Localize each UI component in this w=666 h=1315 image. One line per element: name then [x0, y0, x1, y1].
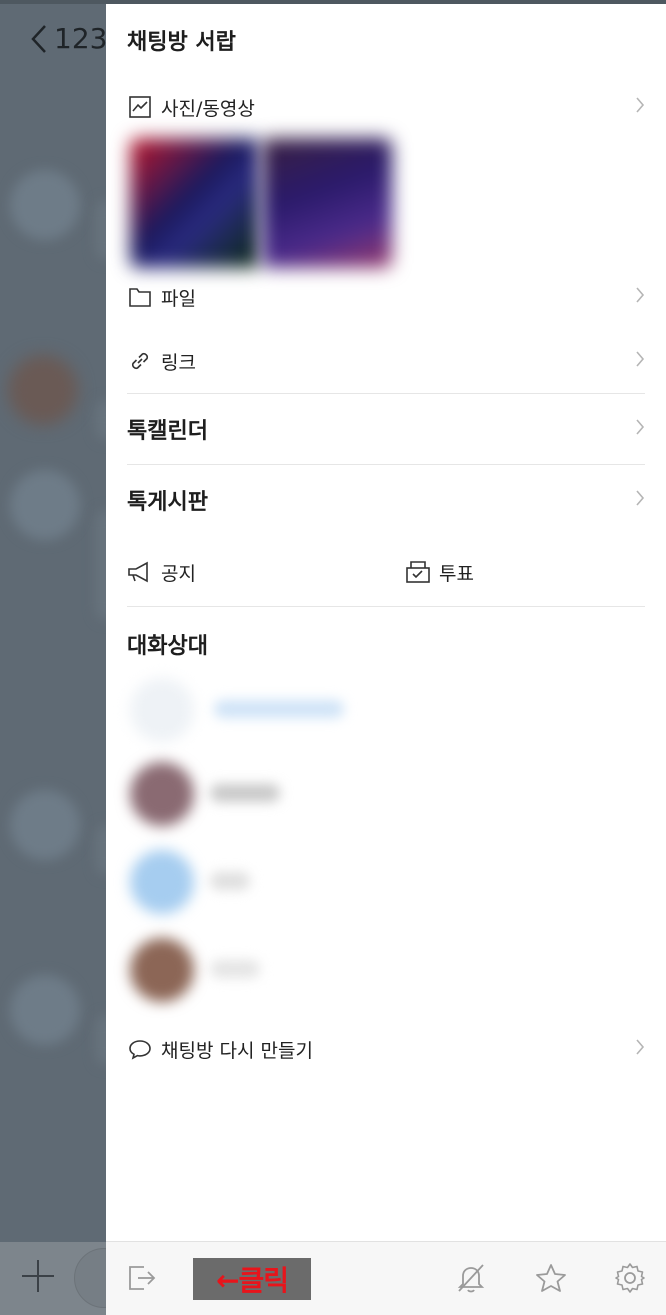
media-label: 사진/동영상: [161, 97, 255, 120]
chevron-right-icon: [635, 286, 645, 308]
link-label: 링크: [161, 351, 196, 374]
megaphone-icon: [127, 559, 153, 585]
divider: [127, 464, 645, 465]
file-row[interactable]: 파일: [127, 282, 645, 312]
vote-button[interactable]: 투표: [405, 557, 605, 587]
notice-label: 공지: [161, 562, 196, 585]
blurred-member-name: [210, 784, 280, 802]
vote-label: 투표: [439, 562, 474, 585]
file-label: 파일: [161, 287, 196, 310]
chevron-left-icon: [31, 24, 46, 53]
avatar: [130, 938, 194, 1002]
invite-member-row[interactable]: [122, 672, 422, 752]
member-row[interactable]: [122, 756, 422, 836]
talk-board-row[interactable]: 톡게시판: [127, 483, 645, 517]
blurred-member-name: [214, 700, 344, 718]
chevron-right-icon: [635, 96, 645, 118]
recreate-chatroom-label: 채팅방 다시 만들기: [161, 1039, 313, 1062]
ballot-box-icon: [405, 559, 431, 585]
exit-icon[interactable]: [124, 1260, 160, 1296]
blurred-avatar: [10, 790, 80, 860]
divider: [127, 606, 645, 607]
member-row[interactable]: [122, 844, 422, 924]
talk-board-label: 톡게시판: [127, 490, 208, 515]
drawer-title: 채팅방 서랍: [127, 30, 236, 55]
click-annotation-text: ←클릭: [216, 1264, 289, 1297]
back-count: 123: [54, 22, 108, 55]
chevron-right-icon: [635, 350, 645, 372]
blurred-member-name: [210, 960, 260, 978]
member-row[interactable]: [122, 932, 422, 1012]
blurred-avatar: [10, 975, 80, 1045]
blurred-avatar: [10, 470, 80, 540]
thumbnail-image[interactable]: [262, 138, 392, 268]
chevron-right-icon: [635, 489, 645, 511]
bell-off-icon[interactable]: [453, 1260, 489, 1296]
avatar: [130, 850, 194, 914]
blurred-member-name: [210, 872, 250, 890]
media-thumbnails: [106, 124, 406, 280]
avatar: [130, 762, 194, 826]
chatroom-drawer: 채팅방 서랍 사진/동영상 파일 링크 톡캘린더 톡게시판 공지 투표 대화상대…: [106, 4, 666, 1315]
members-title: 대화상대: [127, 634, 208, 659]
blurred-avatar: [8, 355, 78, 425]
link-row[interactable]: 링크: [127, 346, 645, 376]
talk-calendar-row[interactable]: 톡캘린더: [127, 412, 645, 446]
recreate-chatroom-row[interactable]: 채팅방 다시 만들기: [127, 1034, 645, 1064]
link-icon: [127, 348, 153, 374]
divider: [127, 393, 645, 394]
plus-icon[interactable]: [20, 1258, 56, 1294]
click-annotation: ←클릭: [193, 1258, 311, 1300]
folder-icon: [127, 284, 153, 310]
talk-calendar-label: 톡캘린더: [127, 419, 208, 444]
speech-bubble-icon: [127, 1036, 153, 1062]
gear-icon[interactable]: [612, 1260, 648, 1296]
drawer-bottom-bar: ←클릭: [106, 1241, 666, 1315]
notice-button[interactable]: 공지: [127, 557, 377, 587]
blurred-avatar: [10, 170, 80, 240]
invite-avatar: [130, 678, 194, 742]
chevron-right-icon: [635, 1038, 645, 1060]
star-icon[interactable]: [533, 1260, 569, 1296]
image-icon: [127, 94, 153, 120]
chevron-right-icon: [635, 418, 645, 440]
back-button[interactable]: 123: [30, 22, 107, 55]
thumbnail-image[interactable]: [130, 138, 260, 268]
media-row[interactable]: 사진/동영상: [127, 92, 645, 122]
